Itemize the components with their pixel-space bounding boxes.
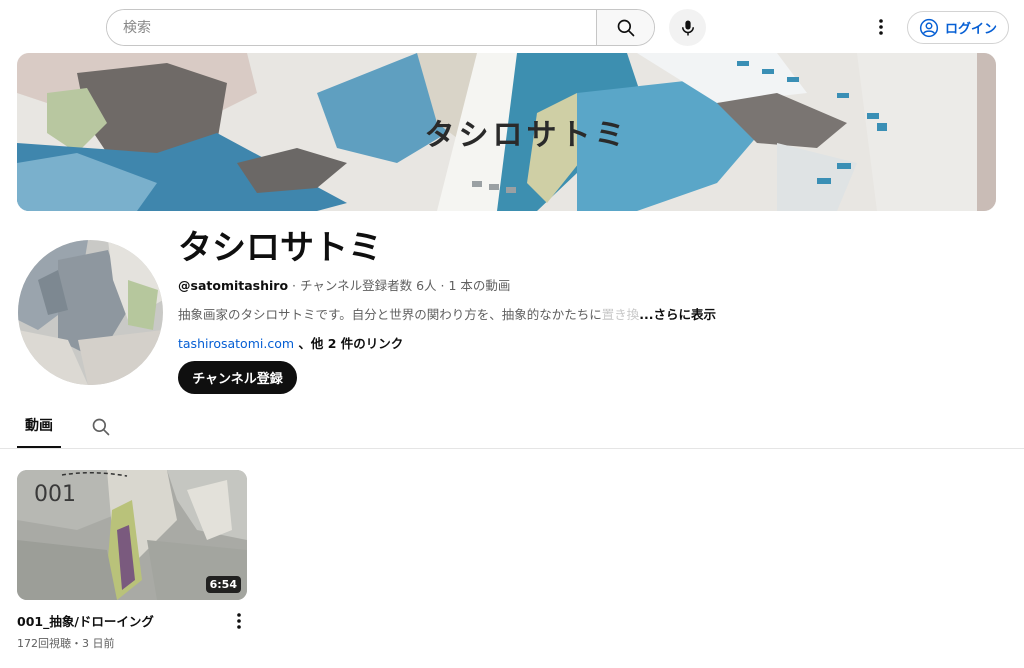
video-meta: 172回視聴・3 日前	[17, 637, 115, 650]
channel-name: タシロサトミ	[178, 228, 382, 268]
more-links-link[interactable]: 、他 2 件のリンク	[294, 336, 403, 351]
channel-tabs: 動画	[0, 404, 1024, 449]
description-text: 抽象画家のタシロサトミです。自分と世界の関わり方を、抽象的なかたちに	[178, 307, 602, 322]
channel-search-button[interactable]	[86, 412, 116, 442]
settings-menu-button[interactable]	[866, 12, 896, 42]
channel-banner: タシロサトミ	[17, 53, 996, 211]
search-input[interactable]	[107, 10, 596, 45]
subscribe-button[interactable]: チャンネル登録	[178, 361, 297, 394]
account-circle-icon	[919, 18, 939, 37]
voice-search-button[interactable]	[669, 9, 706, 46]
channel-stats: · チャンネル登録者数 6人 · 1 本の動画	[288, 278, 511, 293]
banner-title: タシロサトミ	[424, 118, 629, 153]
channel-website-link[interactable]: tashirosatomi.com	[178, 336, 294, 351]
mic-icon	[681, 20, 694, 35]
channel-handle: @satomitashiro	[178, 278, 289, 293]
tab-videos[interactable]: 動画	[17, 404, 61, 448]
channel-description[interactable]: 抽象画家のタシロサトミです。自分と世界の関わり方を、抽象的なかたちに置き換...…	[178, 304, 716, 323]
channel-links: tashirosatomi.com 、他 2 件のリンク	[178, 333, 403, 352]
channel-meta: @satomitashiro · チャンネル登録者数 6人 · 1 本の動画	[178, 275, 510, 294]
more-vertical-icon	[879, 19, 883, 35]
more-vertical-icon	[237, 613, 241, 629]
login-label: ログイン	[944, 22, 997, 37]
search-icon	[92, 418, 110, 436]
description-fade: 置き換	[601, 307, 640, 322]
search-button[interactable]	[596, 10, 654, 45]
avatar-artwork	[18, 240, 163, 385]
video-thumbnail[interactable]: 001 6:54	[17, 470, 247, 600]
show-more-link[interactable]: ...さらに表示	[639, 307, 716, 322]
video-title[interactable]: 001_抽象/ドローイング	[17, 611, 154, 630]
thumbnail-label: 001	[34, 482, 76, 507]
login-button[interactable]: ログイン	[907, 11, 1009, 44]
video-duration: 6:54	[205, 576, 241, 593]
search-box	[106, 9, 655, 46]
search-icon	[617, 19, 634, 36]
channel-avatar	[18, 240, 163, 385]
video-menu-button[interactable]	[229, 610, 249, 632]
top-bar: ログイン	[0, 0, 1024, 54]
